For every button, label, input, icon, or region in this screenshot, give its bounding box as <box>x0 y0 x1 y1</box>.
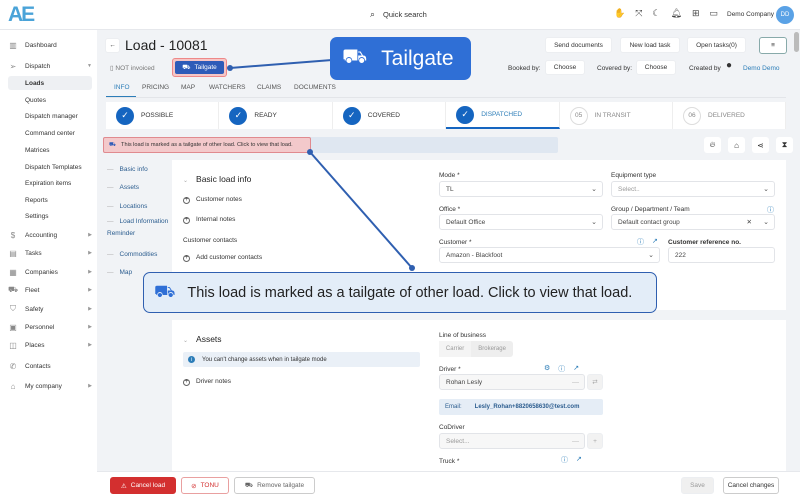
truck-icon: ⛟ <box>154 281 176 301</box>
alert-callout: ⛟ This load is marked as a tailgate of ot… <box>143 272 657 313</box>
tailgate-callout: ⛟ Tailgate <box>330 37 471 80</box>
truck-icon: ⛟ <box>342 46 368 68</box>
